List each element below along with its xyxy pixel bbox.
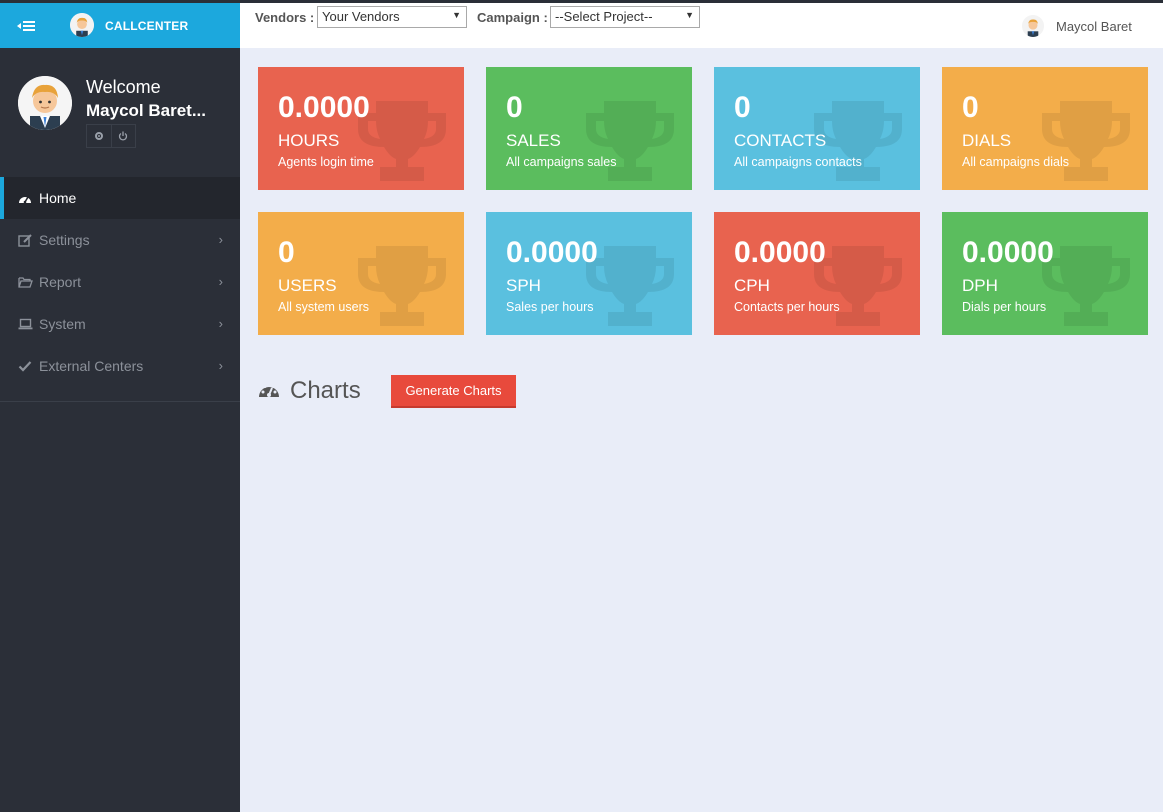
chevron-right-icon: › — [218, 358, 223, 373]
sidebar-item-report[interactable]: Report › — [0, 261, 240, 303]
gear-icon[interactable] — [87, 125, 112, 147]
dropdown-arrow-icon: ▼ — [685, 10, 694, 20]
stat-card-sales: 0 SALES All campaigns sales — [486, 67, 692, 190]
brand-bar: CALLCENTER — [0, 3, 240, 48]
stat-subtitle: All campaigns contacts — [734, 155, 862, 169]
charts-title: Charts — [290, 377, 361, 404]
stat-card-users: 0 USERS All system users — [258, 212, 464, 335]
stat-subtitle: Dials per hours — [962, 300, 1047, 314]
brand-title: CALLCENTER — [105, 19, 189, 33]
stat-card-hours: 0.0000 HOURS Agents login time — [258, 67, 464, 190]
stat-card-sph: 0.0000 SPH Sales per hours — [486, 212, 692, 335]
campaign-select[interactable]: --Select Project-- ▼ — [550, 6, 700, 28]
sidebar: CALLCENTER Welcome Maycol Baret... Home … — [0, 0, 240, 812]
stat-value: 0 — [506, 91, 523, 124]
stat-subtitle: Sales per hours — [506, 300, 594, 314]
stat-value: 0.0000 — [734, 236, 826, 269]
stat-card-dials: 0 DIALS All campaigns dials — [942, 67, 1148, 190]
stat-title: SALES — [506, 131, 561, 150]
stat-title: USERS — [278, 276, 337, 295]
sidebar-item-label: Home — [39, 190, 77, 206]
sidebar-item-label: Report — [39, 274, 82, 290]
vendors-label: Vendors : — [255, 10, 315, 25]
stat-title: CONTACTS — [734, 131, 827, 150]
sidebar-item-label: External Centers — [39, 358, 144, 374]
profile-actions — [86, 124, 136, 148]
sidebar-nav: Home Settings › Report › System › Extern… — [0, 177, 240, 387]
chevron-right-icon: › — [218, 274, 223, 289]
generate-charts-button[interactable]: Generate Charts — [391, 375, 516, 408]
stat-card-cph: 0.0000 CPH Contacts per hours — [714, 212, 920, 335]
top-bar: Vendors : Your Vendors ▼ Campaign : --Se… — [240, 3, 1163, 48]
stat-value: 0 — [962, 91, 979, 124]
stat-value: 0.0000 — [278, 91, 370, 124]
stat-card-dph: 0.0000 DPH Dials per hours — [942, 212, 1148, 335]
vendors-select[interactable]: Your Vendors ▼ — [317, 6, 467, 28]
stat-subtitle: Agents login time — [278, 155, 374, 169]
laptop-icon — [17, 317, 33, 331]
trophy-icon — [1042, 101, 1130, 181]
campaign-label: Campaign : — [477, 10, 548, 25]
stat-value: 0 — [278, 236, 295, 269]
brand-avatar-icon — [70, 13, 94, 37]
stat-subtitle: All system users — [278, 300, 369, 314]
dropdown-arrow-icon: ▼ — [452, 10, 461, 20]
sidebar-item-label: System — [39, 316, 86, 332]
user-avatar[interactable] — [1022, 15, 1044, 37]
user-menu-name[interactable]: Maycol Baret — [1056, 19, 1132, 34]
stat-value: 0 — [734, 91, 751, 124]
trophy-icon — [586, 101, 674, 181]
profile-avatar — [18, 76, 72, 130]
stat-title: DPH — [962, 276, 998, 295]
stat-title: HOURS — [278, 131, 340, 150]
chevron-right-icon: › — [218, 316, 223, 331]
stat-subtitle: All campaigns sales — [506, 155, 617, 169]
menu-collapse-icon — [17, 21, 35, 31]
stat-value: 0.0000 — [962, 236, 1054, 269]
sidebar-item-home[interactable]: Home — [0, 177, 240, 219]
charts-header: Charts — [258, 374, 361, 408]
power-icon[interactable] — [112, 125, 136, 147]
dashboard-icon — [17, 191, 33, 205]
sidebar-item-label: Settings — [39, 232, 90, 248]
divider — [0, 401, 240, 402]
sidebar-toggle-button[interactable] — [14, 15, 44, 37]
folder-open-icon — [17, 275, 33, 289]
edit-icon — [17, 233, 33, 247]
profile-panel: Welcome Maycol Baret... — [0, 48, 240, 177]
sidebar-item-external-centers[interactable]: External Centers › — [0, 345, 240, 387]
welcome-text: Welcome — [86, 77, 161, 97]
chevron-right-icon: › — [218, 232, 223, 247]
profile-username: Maycol Baret... — [86, 101, 206, 120]
trophy-icon — [358, 246, 446, 326]
stat-title: CPH — [734, 276, 770, 295]
stat-subtitle: Contacts per hours — [734, 300, 840, 314]
stat-subtitle: All campaigns dials — [962, 155, 1069, 169]
stat-value: 0.0000 — [506, 236, 598, 269]
check-icon — [17, 359, 33, 373]
stat-title: SPH — [506, 276, 541, 295]
vendors-select-value: Your Vendors — [322, 9, 400, 24]
campaign-select-value: --Select Project-- — [555, 9, 653, 24]
stat-card-contacts: 0 CONTACTS All campaigns contacts — [714, 67, 920, 190]
stat-title: DIALS — [962, 131, 1012, 150]
sidebar-item-system[interactable]: System › — [0, 303, 240, 345]
sidebar-item-settings[interactable]: Settings › — [0, 219, 240, 261]
dashboard-icon — [258, 380, 280, 403]
